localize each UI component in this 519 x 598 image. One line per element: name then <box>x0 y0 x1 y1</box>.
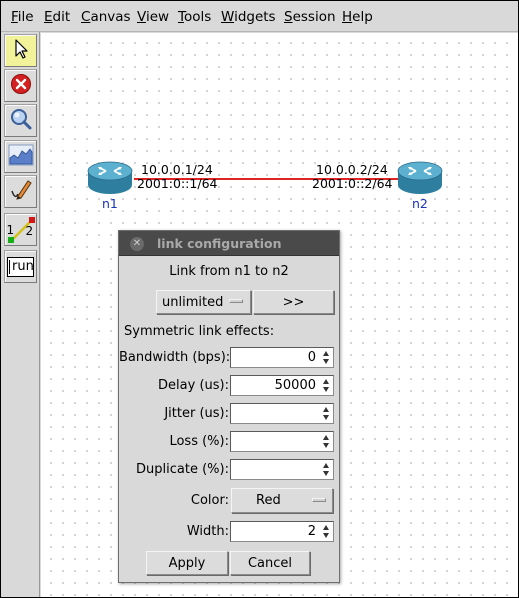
width-spinbox[interactable]: 2 <box>230 521 334 542</box>
toolbar: 1 2 run <box>1 32 40 597</box>
apply-button[interactable]: Apply <box>146 551 228 575</box>
stop-icon <box>10 73 32 99</box>
spin-arrows-icon[interactable] <box>321 523 332 540</box>
duplicate-label: Duplicate (%): <box>136 462 229 477</box>
bandwidth-preset-value: unlimited <box>162 294 224 310</box>
dialog-titlebar[interactable]: ✕ link configuration <box>119 231 339 256</box>
select-arrow-icon <box>11 38 31 64</box>
option-menu-indicator-icon <box>312 498 326 502</box>
link-tool-button[interactable]: 1 2 <box>4 213 37 246</box>
stop-tool-button[interactable] <box>4 69 37 102</box>
width-value: 2 <box>307 524 316 539</box>
cancel-button[interactable]: Cancel <box>230 551 310 575</box>
bandwidth-label: Bandwidth (bps): <box>119 350 231 365</box>
n2-ipv4-address: 10.0.0.2/24 <box>316 162 388 177</box>
core-app-window: File Edit Canvas View Tools Widgets Sess… <box>1 1 518 597</box>
plot-tool-button[interactable] <box>4 140 37 173</box>
close-icon[interactable]: ✕ <box>130 237 144 251</box>
menu-file[interactable]: File <box>11 9 34 25</box>
router-n1[interactable] <box>87 161 133 195</box>
menu-edit[interactable]: Edit <box>44 9 70 25</box>
option-menu-indicator-icon <box>229 299 243 303</box>
router-n2[interactable] <box>397 161 443 195</box>
jitter-label: Jitter (us): <box>164 406 229 421</box>
color-label: Color: <box>190 493 229 508</box>
node-label-n1: n1 <box>102 196 118 211</box>
node-label-n2: n2 <box>412 196 428 211</box>
jitter-spinbox[interactable] <box>230 403 334 424</box>
spin-arrows-icon[interactable] <box>321 377 332 394</box>
color-menu[interactable]: Red <box>231 488 333 513</box>
link-tool-label-1: 1 <box>6 222 15 237</box>
loss-spinbox[interactable] <box>230 431 334 452</box>
menubar: File Edit Canvas View Tools Widgets Sess… <box>1 1 518 32</box>
spin-arrows-icon[interactable] <box>321 405 332 422</box>
delay-label: Delay (us): <box>158 378 229 393</box>
plot-icon <box>8 144 34 170</box>
width-label: Width: <box>186 524 229 539</box>
link-configuration-dialog: ✕ link configuration Link from n1 to n2 … <box>118 230 340 583</box>
zoom-icon <box>9 107 33 135</box>
menu-canvas[interactable]: Canvas <box>81 9 131 25</box>
draw-pencil-icon <box>9 178 33 206</box>
n2-ipv6-address: 2001:0::2/64 <box>312 176 393 191</box>
menu-help[interactable]: Help <box>342 9 373 25</box>
bandwidth-spinbox[interactable]: 0 <box>230 347 334 368</box>
run-tool-button[interactable]: run <box>4 250 37 283</box>
loss-label: Loss (%): <box>169 434 229 449</box>
bandwidth-preset-menu[interactable]: unlimited <box>156 290 251 314</box>
dialog-heading: Link from n1 to n2 <box>169 264 289 279</box>
draw-tool-button[interactable] <box>4 175 37 208</box>
expand-button[interactable]: >> <box>253 290 334 314</box>
menu-widgets[interactable]: Widgets <box>221 9 276 25</box>
menu-tools[interactable]: Tools <box>178 9 211 25</box>
n1-ipv4-address: 10.0.0.1/24 <box>141 162 213 177</box>
delay-spinbox[interactable]: 50000 <box>230 375 334 396</box>
spin-arrows-icon[interactable] <box>321 349 332 366</box>
bandwidth-value: 0 <box>307 350 316 365</box>
link-tool-label-2: 2 <box>25 223 34 238</box>
zoom-tool-button[interactable] <box>4 104 37 137</box>
section-label: Symmetric link effects: <box>124 324 275 339</box>
duplicate-spinbox[interactable] <box>230 459 334 480</box>
color-value: Red <box>256 493 281 508</box>
menu-view[interactable]: View <box>137 9 169 25</box>
delay-value: 50000 <box>274 378 316 393</box>
spin-arrows-icon[interactable] <box>321 433 332 450</box>
n1-ipv6-address: 2001:0::1/64 <box>137 176 218 191</box>
link-tool-icon: 1 2 <box>6 215 36 245</box>
run-label: run <box>12 258 34 274</box>
dialog-title: link configuration <box>157 236 282 251</box>
menu-session[interactable]: Session <box>284 9 336 25</box>
spin-arrows-icon[interactable] <box>321 461 332 478</box>
run-icon: run <box>7 256 34 277</box>
select-tool-button[interactable] <box>4 34 37 67</box>
